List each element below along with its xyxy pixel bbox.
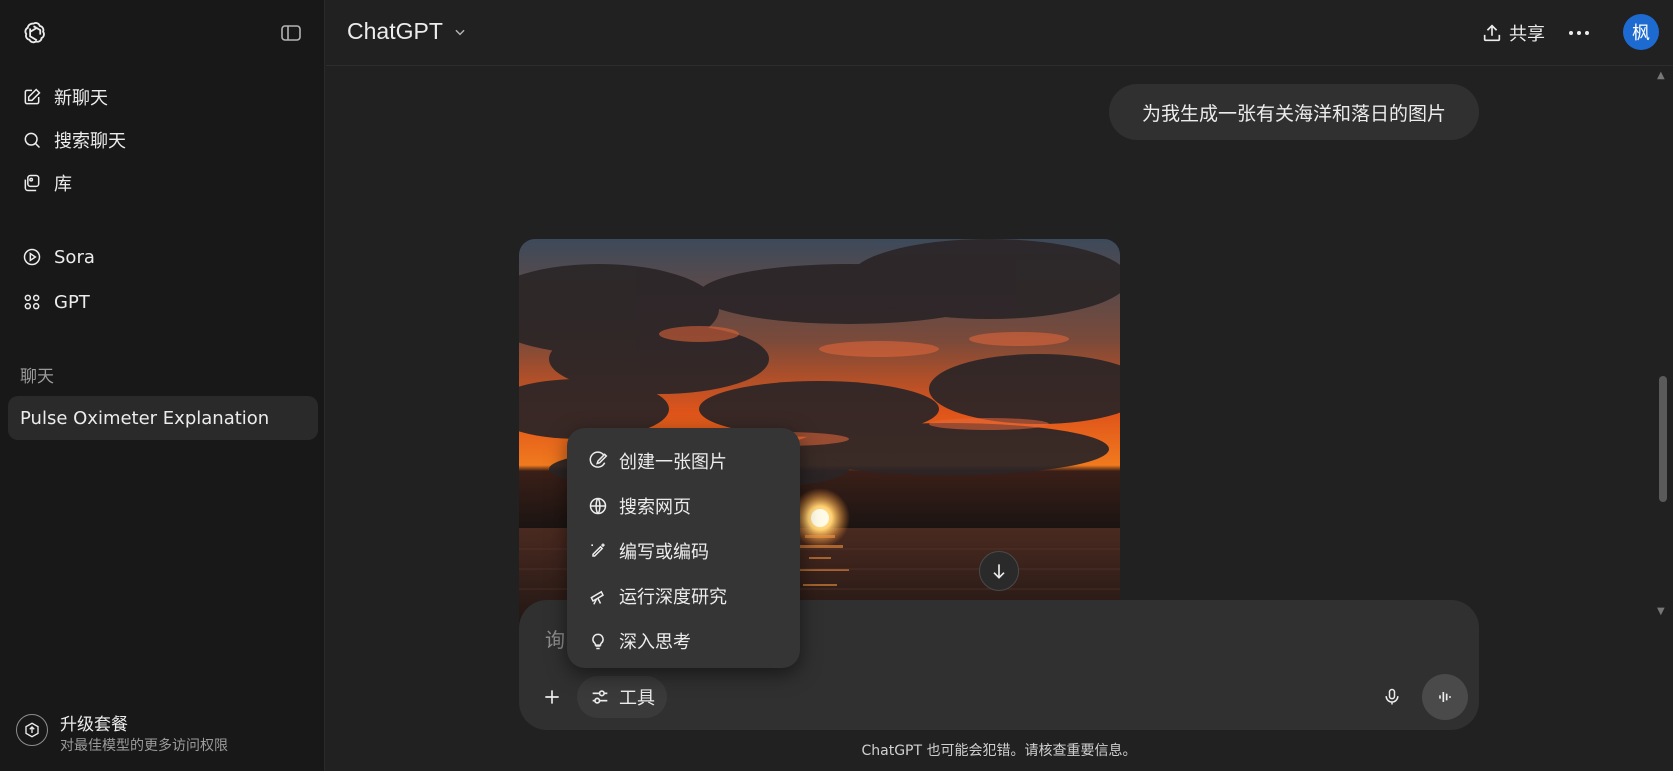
sidebar-item-label: 新聊天 <box>54 88 108 109</box>
share-button[interactable]: 共享 <box>1481 18 1545 48</box>
tools-label: 工具 <box>619 688 655 709</box>
sidebar-item-sora[interactable]: Sora <box>8 237 317 277</box>
sidebar-header <box>0 0 325 66</box>
menu-item-think-deeply[interactable]: 深入思考 <box>567 618 800 663</box>
scrollbar-thumb[interactable] <box>1659 376 1667 502</box>
avatar[interactable]: 枫 <box>1623 14 1659 50</box>
tools-menu: 创建一张图片 搜索网页 编写或编码 运行深度研究 深入思考 <box>567 428 800 668</box>
pen-sparkle-icon <box>587 540 609 562</box>
menu-item-label: 深入思考 <box>619 631 691 653</box>
voice-mode-button[interactable] <box>1422 674 1468 720</box>
globe-icon <box>587 495 609 517</box>
scroll-up-arrow-icon[interactable]: ▲ <box>1657 70 1665 81</box>
upgrade-subtitle: 对最佳模型的更多访问权限 <box>60 738 228 754</box>
menu-item-deep-research[interactable]: 运行深度研究 <box>567 573 800 618</box>
chat-history-item[interactable]: Pulse Oximeter Explanation <box>8 396 318 440</box>
menu-item-search-web[interactable]: 搜索网页 <box>567 483 800 528</box>
sidebar-toggle-icon[interactable] <box>279 21 303 45</box>
openai-logo-icon[interactable] <box>20 20 47 47</box>
chats-section-label: 聊天 <box>20 367 54 387</box>
share-label: 共享 <box>1509 24 1545 45</box>
sidebar: 新聊天 搜索聊天 库 Sora GPT 聊天 Pulse Oximeter Ex… <box>0 0 325 771</box>
main-scrollbar[interactable]: ▲ ▼ <box>1657 70 1669 630</box>
upgrade-icon <box>16 714 48 746</box>
microphone-icon[interactable] <box>1379 684 1405 710</box>
waveform-icon <box>1439 692 1451 702</box>
menu-item-label: 运行深度研究 <box>619 586 727 608</box>
add-attachment-icon[interactable] <box>539 684 565 710</box>
menu-item-label: 搜索网页 <box>619 496 691 518</box>
menu-item-write-code[interactable]: 编写或编码 <box>567 528 800 573</box>
play-circle-icon <box>20 245 44 269</box>
menu-item-label: 编写或编码 <box>619 541 709 563</box>
chevron-down-icon <box>453 25 467 39</box>
scroll-to-bottom-button[interactable] <box>979 551 1019 591</box>
lightbulb-icon <box>587 630 609 652</box>
menu-item-create-image[interactable]: 创建一张图片 <box>567 438 800 483</box>
model-selector[interactable]: ChatGPT <box>347 18 467 45</box>
library-icon <box>20 171 44 195</box>
arrow-down-icon <box>993 564 1005 579</box>
grid-icon <box>20 290 44 314</box>
new-chat-icon <box>20 85 44 109</box>
sidebar-item-label: 搜索聊天 <box>54 131 126 152</box>
search-icon <box>20 128 44 152</box>
image-create-icon <box>587 450 609 472</box>
sliders-icon <box>589 686 611 708</box>
upgrade-title: 升级套餐 <box>60 715 128 735</box>
share-icon <box>1481 22 1503 44</box>
sidebar-item-search-chats[interactable]: 搜索聊天 <box>8 120 317 160</box>
sidebar-item-label: GPT <box>54 291 90 313</box>
telescope-icon <box>587 585 609 607</box>
sidebar-item-label: 库 <box>54 174 72 195</box>
sidebar-item-label: Sora <box>54 246 95 268</box>
user-message-bubble: 为我生成一张有关海洋和落日的图片 <box>1109 84 1479 140</box>
scroll-down-arrow-icon[interactable]: ▼ <box>1657 606 1665 617</box>
composer-input[interactable]: 询 <box>545 624 565 653</box>
menu-item-label: 创建一张图片 <box>619 451 727 473</box>
sidebar-item-gpt[interactable]: GPT <box>8 282 317 322</box>
model-name: ChatGPT <box>347 18 443 44</box>
sidebar-item-new-chat[interactable]: 新聊天 <box>8 77 317 117</box>
disclaimer-text: ChatGPT 也可能会犯错。请核查重要信息。 <box>861 743 1137 759</box>
more-options-icon[interactable] <box>1566 20 1592 46</box>
tools-button[interactable]: 工具 <box>577 676 667 718</box>
top-header: ChatGPT 共享 枫 <box>326 0 1673 66</box>
sidebar-item-library[interactable]: 库 <box>8 163 317 203</box>
upgrade-plan-button[interactable]: 升级套餐 对最佳模型的更多访问权限 <box>16 710 316 758</box>
